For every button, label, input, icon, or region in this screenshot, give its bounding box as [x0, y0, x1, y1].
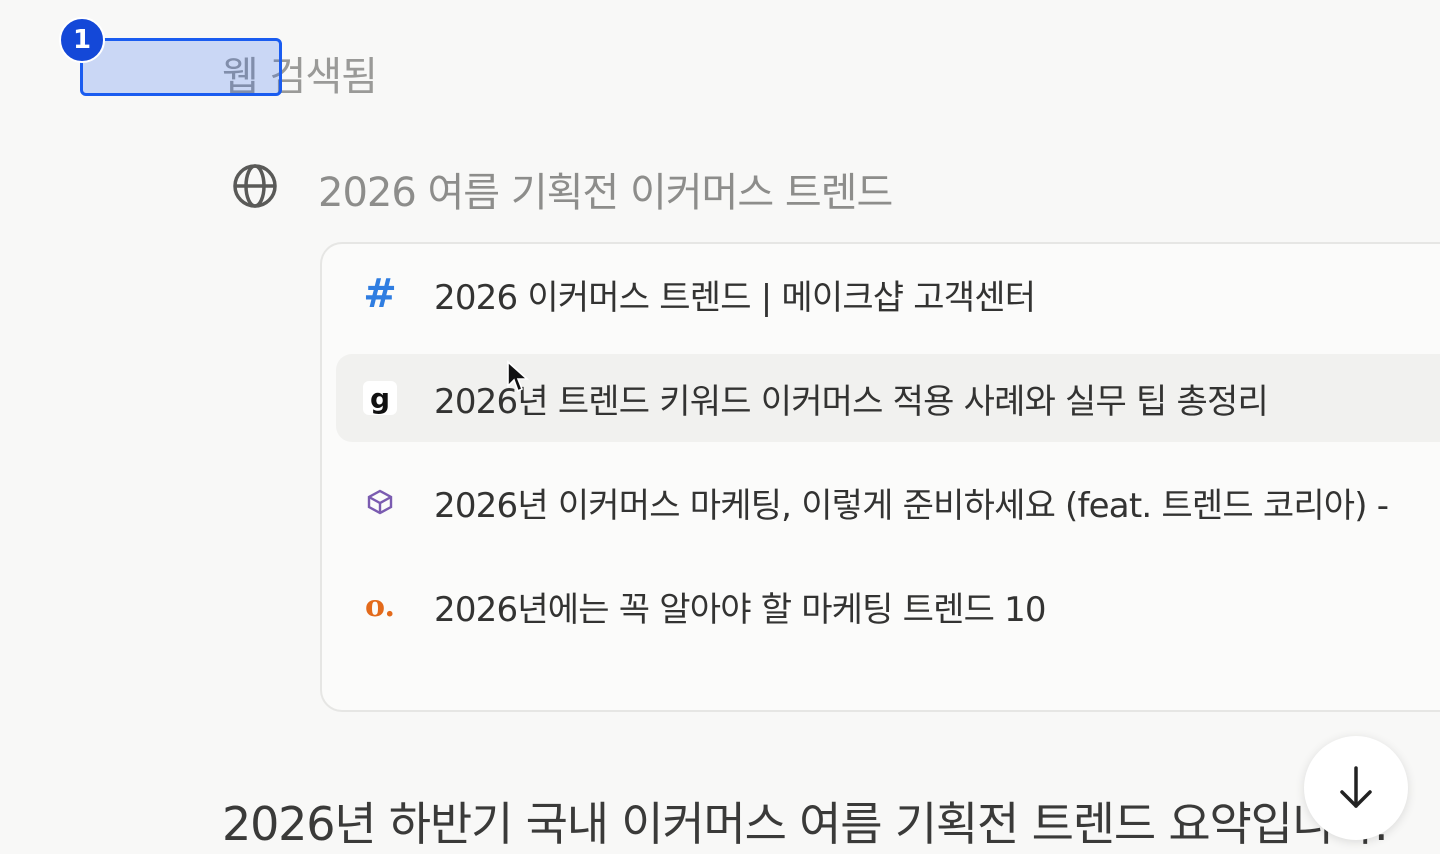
- o-glyph: o.: [365, 588, 395, 624]
- arrow-down-icon: [1340, 766, 1372, 808]
- answer-heading: 2026년 하반기 국내 이커머스 여름 기획전 트렌드 요약입니다.: [222, 797, 1389, 851]
- o-glyph: o.: [365, 692, 395, 712]
- search-result-item[interactable]: o. 트렌드 코리아 2026에서 찾은 마케팅 트렌드와 역량: [336, 666, 1440, 712]
- hash-icon: #: [360, 271, 400, 317]
- search-result-item[interactable]: g 2026년 트렌드 키워드 이커머스 적용 사례와 실무 팁 총정리: [336, 354, 1440, 442]
- mouse-cursor-icon: [507, 360, 530, 393]
- g-logo-icon: g: [360, 378, 400, 418]
- search-result-title: 2026 이커머스 트렌드 | 메이크샵 고객센터: [434, 278, 1036, 318]
- search-result-item[interactable]: # 2026 이커머스 트렌드 | 메이크샵 고객센터: [336, 250, 1440, 338]
- g-glyph: g: [363, 381, 397, 415]
- chat-page: 웹 검색됨 1 2026 여름 기획전 이커머스 트렌드 # 2026 이커머스…: [0, 0, 1440, 854]
- o-logo-icon: o.: [360, 690, 400, 712]
- globe-icon: [233, 164, 277, 208]
- hash-glyph: #: [363, 271, 397, 317]
- search-result-item[interactable]: 2026년 이커머스 마케팅, 이렇게 준비하세요 (feat. 트렌드 코리아…: [336, 458, 1440, 546]
- o-logo-icon: o.: [360, 586, 400, 626]
- annotation-marker-badge: 1: [59, 17, 105, 63]
- search-result-title: 2026년 트렌드 키워드 이커머스 적용 사례와 실무 팁 총정리: [434, 382, 1269, 422]
- search-result-item[interactable]: o. 2026년에는 꼭 알아야 할 마케팅 트렌드 10: [336, 562, 1440, 650]
- annotation-highlight-box: [80, 38, 282, 96]
- search-results-card: # 2026 이커머스 트렌드 | 메이크샵 고객센터 g 2026년 트렌드 …: [320, 242, 1440, 712]
- search-result-title: 트렌드 코리아 2026에서 찾은 마케팅 트렌드와 역량: [434, 686, 1157, 692]
- search-result-title: 2026년에는 꼭 알아야 할 마케팅 트렌드 10: [434, 590, 1047, 630]
- search-result-title: 2026년 이커머스 마케팅, 이렇게 준비하세요 (feat. 트렌드 코리아…: [434, 486, 1389, 526]
- scroll-down-button[interactable]: [1304, 736, 1408, 840]
- cube-logo-icon: [360, 482, 400, 522]
- cube-shape: [367, 489, 393, 515]
- search-query-text: 2026 여름 기획전 이커머스 트렌드: [318, 170, 893, 216]
